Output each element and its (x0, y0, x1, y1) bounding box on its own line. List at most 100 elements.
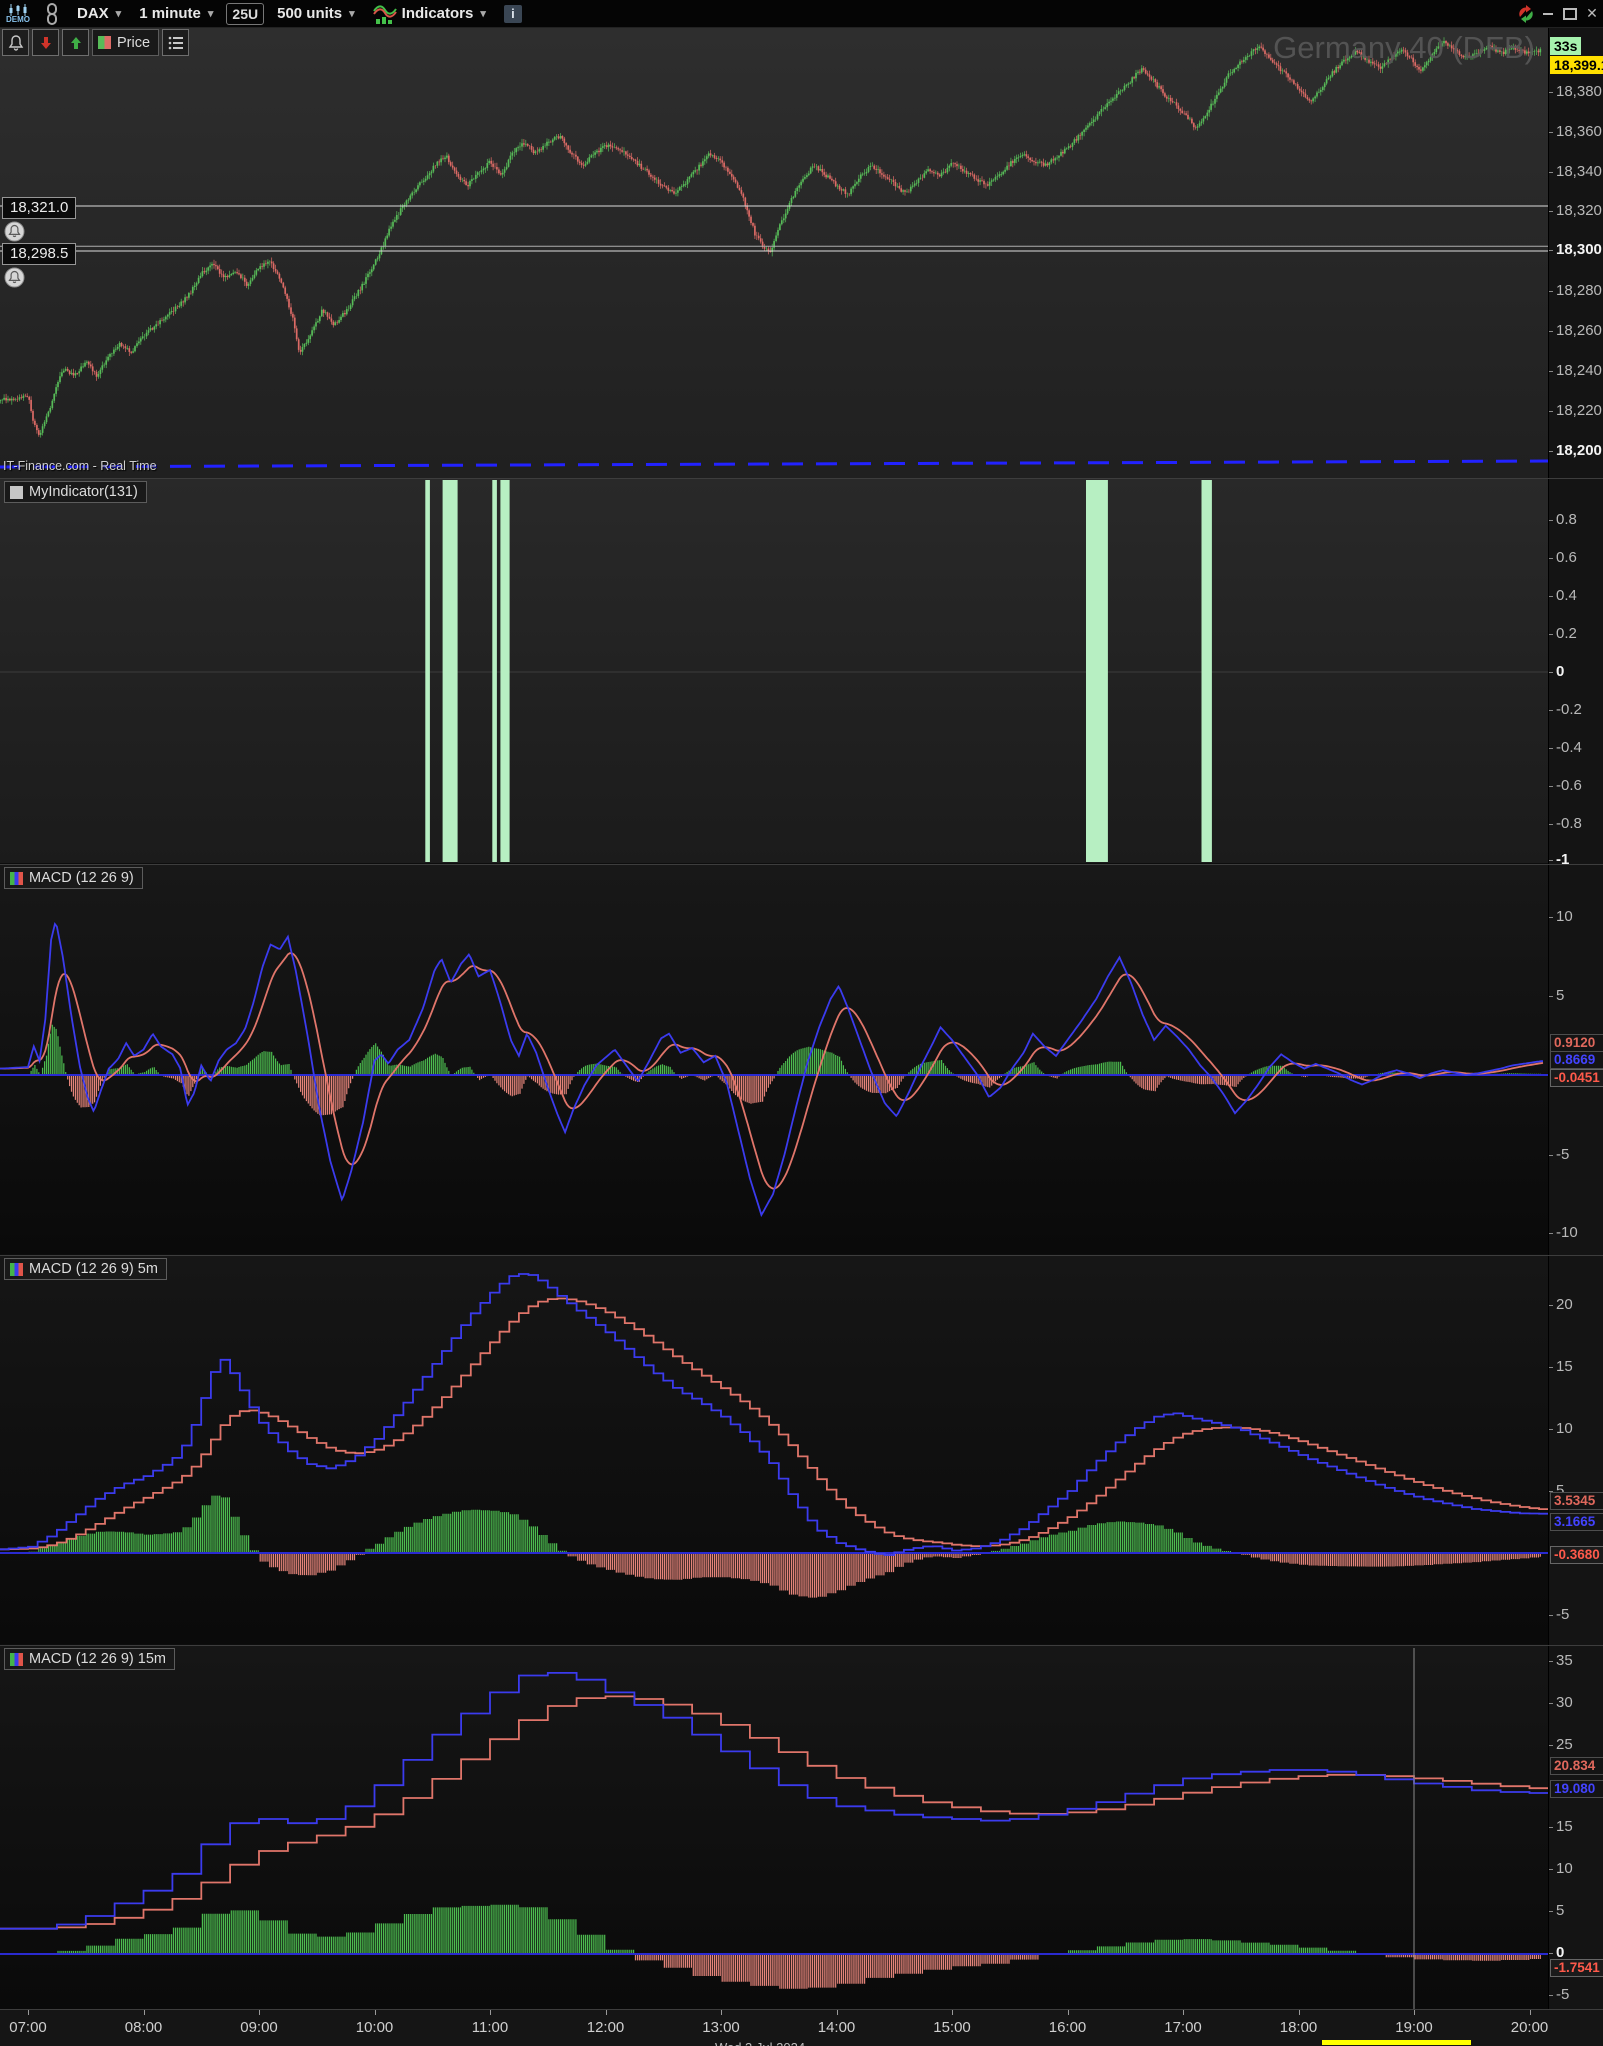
data-provider-label: IT-Finance.com - Real Time (3, 459, 157, 473)
axis-tickmark (1549, 250, 1553, 251)
units-per-candle-badge[interactable]: 25U (226, 2, 265, 25)
date-label: Wed 3 Jul 2024 (715, 2040, 805, 2046)
alarm-tool-button[interactable] (2, 29, 29, 56)
time-label: 08:00 (124, 2019, 163, 2036)
alarm-bell-icon[interactable] (4, 267, 25, 293)
alarm-price-label[interactable]: 18,321.0 (2, 197, 77, 219)
link-tool-button[interactable] (36, 0, 68, 27)
chevron-down-icon: ▾ (115, 8, 122, 20)
price-axis-column[interactable]: 18,380 18,360 18,340 18,320 18,300 18,280 18,2… (1548, 27, 1603, 2009)
panel-separator[interactable] (0, 1645, 1603, 1646)
time-tickmark (952, 2010, 953, 2015)
axis-tick-label: 18,280 (1556, 282, 1602, 299)
axis-tickmark (1549, 92, 1553, 93)
axis-tick-label: 18,340 (1556, 163, 1602, 180)
time-tickmark (490, 2010, 491, 2015)
demo-logo: DEMO (0, 0, 36, 27)
panel-separator[interactable] (0, 478, 1603, 479)
axis-tick-label: 20 (1556, 1296, 1573, 1313)
axis-tickmark (1549, 1615, 1553, 1616)
sell-order-button[interactable] (32, 29, 59, 56)
list-menu-icon (168, 36, 183, 49)
time-tickmark (1298, 2010, 1300, 2015)
time-label: 16:00 (1048, 2019, 1087, 2036)
axis-tick-label: 18,320 (1556, 202, 1602, 219)
buy-order-button[interactable] (62, 29, 89, 56)
symbol-dropdown[interactable]: DAX ▾ (68, 0, 130, 27)
axis-tickmark (1549, 558, 1553, 559)
time-label: 12:00 (586, 2019, 625, 2036)
indicators-dropdown[interactable]: Indicators ▾ (364, 0, 495, 27)
close-button[interactable]: ✕ (1581, 0, 1603, 27)
macd-swatch-icon (10, 1652, 23, 1666)
axis-tickmark (1549, 1703, 1553, 1704)
scroll-position-indicator[interactable] (1322, 2040, 1471, 2045)
myindicator-swatch-icon (10, 485, 23, 499)
axis-tickmark (1549, 860, 1553, 861)
axis-tickmark (1549, 291, 1553, 292)
alarm-price-label[interactable]: 18,298.5 (2, 243, 77, 265)
minimize-button[interactable] (1537, 0, 1559, 27)
axis-tick-label: -5 (1556, 1606, 1570, 1623)
axis-tick-label: 10 (1556, 908, 1573, 925)
close-icon: ✕ (1586, 5, 1598, 21)
axis-tick-label: 0.4 (1556, 587, 1577, 604)
instrument-watermark: Germany 40 (DFB) (1273, 30, 1535, 65)
axis-tick-label: -0.8 (1556, 815, 1582, 832)
axis-tickmark (1549, 451, 1553, 452)
indicator-value-badge: -0.3680 (1550, 1546, 1603, 1564)
time-tickmark (259, 2010, 260, 2015)
panel-separator[interactable] (0, 1255, 1603, 1256)
time-tickmark (1067, 2010, 1069, 2015)
info-icon: i (503, 4, 522, 23)
axis-tickmark (1549, 748, 1553, 749)
chain-link-icon (47, 2, 57, 25)
axis-tickmark (1549, 1995, 1553, 1996)
info-button[interactable]: i (495, 0, 531, 27)
macd-layer (0, 1672, 1548, 1989)
maximize-icon (1563, 7, 1577, 20)
price-swatch-icon (98, 36, 111, 49)
timeframe-dropdown[interactable]: 1 minute ▾ (130, 0, 222, 27)
axis-tickmark (1549, 1745, 1553, 1746)
time-tickmark (374, 2010, 376, 2015)
indicators-icon (372, 4, 397, 24)
axis-tick-label: 30 (1556, 1694, 1573, 1711)
macd-1m-legend-chip[interactable]: MACD (12 26 9) (4, 867, 143, 889)
chart-options-button[interactable] (162, 29, 190, 56)
panel-separator[interactable] (0, 864, 1603, 865)
chart-canvas[interactable] (0, 0, 1603, 2046)
axis-tickmark (1549, 1155, 1553, 1156)
maximize-button[interactable] (1559, 0, 1581, 27)
axis-tickmark (1549, 1367, 1553, 1368)
red-down-arrow-icon (40, 36, 51, 49)
axis-tick-label: 5 (1556, 1902, 1565, 1919)
axis-tick-label: -5 (1556, 1986, 1570, 2003)
axis-tickmark (1549, 371, 1553, 372)
time-tickmark (836, 2010, 838, 2015)
time-axis[interactable]: Wed 3 Jul 2024 07:00 08:00 09:00 10:00 11:00… (0, 2009, 1603, 2046)
time-tickmark (1414, 2010, 1415, 2015)
indicator-value-badge: -1.7541 (1550, 1959, 1603, 1977)
refresh-button[interactable] (1515, 0, 1537, 27)
chevron-down-icon: ▾ (207, 8, 214, 20)
axis-tick-label: 10 (1556, 1860, 1573, 1877)
axis-tickmark (1549, 1233, 1553, 1234)
myindicator-legend-chip[interactable]: MyIndicator(131) (4, 481, 147, 503)
axis-tickmark (1549, 1429, 1553, 1430)
time-label: 17:00 (1164, 2019, 1202, 2036)
macd-5m-legend-chip[interactable]: MACD (12 26 9) 5m (4, 1258, 167, 1280)
axis-tickmark (1549, 331, 1553, 332)
axis-tick-label: 0.8 (1556, 511, 1577, 528)
timeframe-label: 1 minute (139, 5, 201, 22)
time-label: 14:00 (817, 2019, 856, 2036)
time-label: 15:00 (933, 2019, 971, 2036)
axis-tickmark (1549, 1953, 1553, 1954)
macd-15m-legend-chip[interactable]: MACD (12 26 9) 15m (4, 1648, 175, 1670)
chart-tools-row: Price (2, 29, 190, 56)
demo-label: DEMO (6, 15, 30, 24)
time-label: 13:00 (702, 2019, 740, 2036)
price-legend-chip[interactable]: Price (92, 29, 160, 56)
units-dropdown[interactable]: 500 units ▾ (268, 0, 364, 27)
price-candles-layer (0, 37, 1548, 469)
